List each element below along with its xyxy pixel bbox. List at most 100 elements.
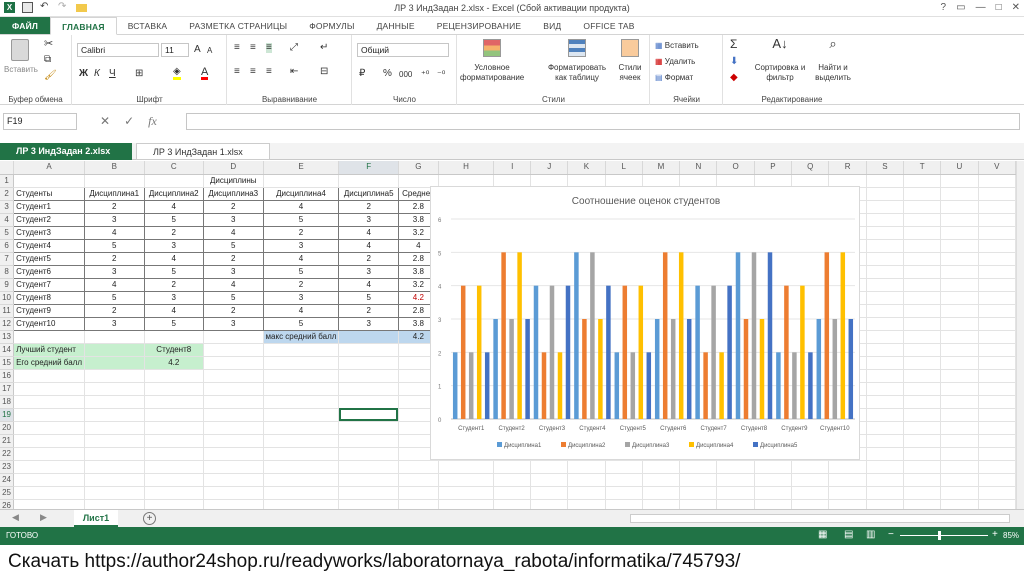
cell[interactable]	[338, 343, 399, 357]
bar-Дисциплина2-Студент4[interactable]	[582, 319, 587, 419]
borders-icon[interactable]: ⊞	[135, 69, 143, 79]
cell[interactable]: Студент4	[13, 238, 85, 253]
row-header[interactable]: 11	[0, 304, 15, 318]
cell[interactable]	[84, 356, 145, 370]
cell[interactable]	[338, 356, 399, 370]
cell[interactable]	[13, 174, 85, 188]
cell[interactable]	[940, 473, 979, 487]
cell[interactable]	[903, 369, 942, 383]
workbook-tab-active[interactable]: ЛР 3 ИндЗадан 2.xlsx	[0, 143, 132, 160]
bar-Дисциплина5-Студент8[interactable]	[767, 252, 773, 419]
shrink-font-icon[interactable]: A	[207, 46, 212, 56]
cell[interactable]	[203, 343, 264, 357]
bar-Дисциплина4-Студент8[interactable]	[759, 319, 765, 419]
cell[interactable]: 3	[83, 264, 145, 279]
selected-cell[interactable]	[338, 408, 399, 422]
cell[interactable]	[144, 486, 205, 500]
cell[interactable]	[866, 421, 905, 435]
cell[interactable]	[940, 486, 979, 500]
format-as-table-button[interactable]: Форматировать как таблицу	[542, 39, 612, 83]
font-color-icon[interactable]: A	[201, 67, 209, 80]
bar-Дисциплина5-Студент3[interactable]	[565, 285, 571, 419]
cell-styles-button[interactable]: Стили ячеек	[614, 39, 646, 83]
cell[interactable]	[866, 486, 905, 500]
cell[interactable]	[84, 174, 145, 188]
cell[interactable]	[203, 486, 264, 500]
cell[interactable]: 2	[338, 303, 399, 318]
paste-button[interactable]: Вставить	[4, 39, 38, 75]
cell[interactable]	[940, 408, 979, 422]
cell[interactable]	[144, 499, 205, 509]
cell[interactable]	[791, 473, 830, 487]
number-format-box[interactable]: Общий	[357, 43, 449, 57]
cell[interactable]	[866, 330, 905, 344]
close-icon[interactable]: ✕	[1012, 2, 1020, 13]
cell[interactable]	[203, 395, 264, 409]
cell[interactable]	[903, 421, 942, 435]
cell[interactable]: 5	[83, 238, 145, 253]
cell[interactable]	[679, 473, 718, 487]
column-header[interactable]: I	[493, 161, 532, 175]
cell[interactable]	[903, 265, 942, 279]
legend-entry[interactable]: Дисциплина2	[568, 443, 606, 449]
cell[interactable]	[940, 421, 979, 435]
format-cells-button[interactable]: ▤ Формат	[655, 73, 693, 83]
cell[interactable]	[263, 356, 340, 370]
cell[interactable]: 4	[83, 277, 145, 292]
align-bottom-icon[interactable]: ≡	[266, 43, 272, 53]
cell[interactable]	[791, 486, 830, 500]
cell[interactable]	[567, 499, 606, 509]
cell[interactable]	[263, 434, 340, 448]
clear-icon[interactable]: ◆	[730, 73, 738, 83]
decrease-decimal-icon[interactable]: ⁻⁰	[437, 69, 445, 79]
cell[interactable]	[716, 499, 755, 509]
cell[interactable]: 3	[203, 316, 264, 331]
cell[interactable]: 3	[262, 238, 340, 253]
cell[interactable]	[866, 434, 905, 448]
cell[interactable]: 4	[203, 277, 264, 292]
tab-office-tab[interactable]: OFFICE TAB	[572, 17, 645, 34]
cell[interactable]	[978, 226, 1016, 240]
cell[interactable]: Студент3	[13, 225, 85, 240]
cell[interactable]: Дисциплина4	[262, 186, 340, 201]
row-header[interactable]: 18	[0, 395, 15, 409]
bar-Дисциплина3-Студент4[interactable]	[590, 252, 595, 419]
cell[interactable]	[940, 187, 979, 201]
cell[interactable]: 4	[143, 251, 205, 266]
cell[interactable]	[338, 460, 399, 474]
bar-Дисциплина2-Студент3[interactable]	[541, 352, 547, 419]
cell[interactable]	[978, 278, 1016, 292]
cell[interactable]: 4	[262, 303, 340, 318]
sheet-tab-list1[interactable]: Лист1	[74, 510, 118, 527]
name-box[interactable]: F19	[3, 113, 77, 130]
sort-filter-button[interactable]: A↓ Сортировка и фильтр	[752, 37, 808, 83]
bar-Дисциплина3-Студент9[interactable]	[792, 352, 797, 419]
cell[interactable]	[866, 382, 905, 396]
tab-view[interactable]: ВИД	[532, 17, 572, 34]
bar-Дисциплина3-Студент5[interactable]	[630, 352, 636, 419]
cell[interactable]	[13, 382, 85, 396]
cell[interactable]	[828, 486, 867, 500]
cell[interactable]	[940, 174, 979, 188]
bar-Дисциплина3-Студент8[interactable]	[751, 252, 757, 419]
cell[interactable]	[866, 499, 905, 509]
cell[interactable]: 4	[338, 238, 399, 253]
cell[interactable]	[866, 278, 905, 292]
cell[interactable]	[978, 447, 1016, 461]
cell[interactable]	[493, 473, 532, 487]
row-header[interactable]: 17	[0, 382, 15, 396]
wrap-text-icon[interactable]: ↵	[320, 43, 328, 53]
bar-Дисциплина4-Студент10[interactable]	[840, 252, 846, 419]
cell[interactable]: 3	[338, 212, 399, 227]
bar-Дисциплина5-Студент1[interactable]	[484, 352, 490, 419]
cell[interactable]	[866, 473, 905, 487]
fill-color-icon[interactable]: ◈	[173, 67, 181, 80]
column-header[interactable]: C	[144, 161, 205, 175]
cell[interactable]	[978, 460, 1016, 474]
cell[interactable]	[978, 252, 1016, 266]
cell[interactable]	[338, 382, 399, 396]
cell[interactable]	[203, 330, 264, 344]
align-middle-icon[interactable]: ≡	[250, 43, 256, 53]
cell[interactable]	[903, 473, 942, 487]
cell[interactable]: Дисциплины	[203, 174, 264, 188]
